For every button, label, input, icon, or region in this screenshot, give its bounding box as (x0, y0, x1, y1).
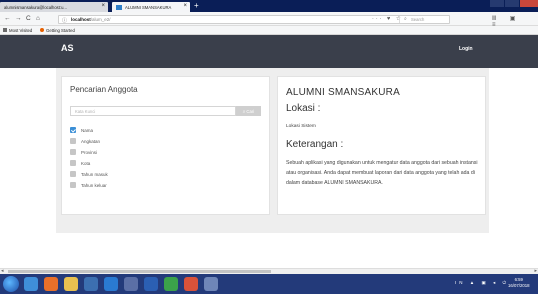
window-close-button[interactable] (520, 0, 538, 7)
option-angkatan[interactable]: Angkatan (70, 138, 100, 144)
bookmark-getting-started[interactable]: Getting Started (40, 28, 75, 33)
browser-nav-bar: ← → C ⌂ ⓘ localhost/alum_e2/ ··· ♥ ☆ ⌕ S… (0, 12, 538, 28)
folder-icon[interactable] (64, 277, 78, 291)
window-icon[interactable] (204, 277, 218, 291)
search-icon: ⌕ (404, 16, 407, 22)
location-value: Lokasi Sistem (286, 124, 316, 129)
media-player-icon[interactable] (104, 277, 118, 291)
word-icon[interactable] (144, 277, 158, 291)
firefox-icon (40, 28, 44, 32)
scrollbar-thumb[interactable] (8, 270, 271, 273)
minimize-button[interactable] (490, 0, 504, 7)
browser-search-input[interactable]: ⌕ Search (399, 15, 449, 23)
gear-icon (3, 28, 7, 32)
option-provinsi[interactable]: Provinsi (70, 149, 97, 155)
bookmark-most-visited[interactable]: Most Visited (3, 28, 32, 33)
home-icon[interactable]: ⌂ (36, 15, 40, 22)
checkbox[interactable] (70, 171, 76, 177)
search-panel: Pencarian Anggota Kata Kunci ⌕ Cari Nama… (61, 76, 270, 215)
window-controls (489, 0, 538, 7)
close-icon[interactable]: × (101, 3, 105, 9)
xampp-icon[interactable] (184, 277, 198, 291)
reload-icon[interactable]: C (26, 15, 31, 22)
checkbox-checked[interactable] (70, 127, 76, 133)
forward-icon[interactable]: → (15, 15, 22, 22)
paint-icon[interactable] (124, 277, 138, 291)
description-text: Sebuah aplikasi yang digunakan untuk men… (286, 160, 478, 186)
tab-title: alumnismansakura@localhost:u... (4, 4, 67, 10)
option-kota[interactable]: Kota (70, 160, 90, 166)
new-tab-button[interactable]: + (194, 1, 199, 10)
start-button[interactable] (3, 276, 19, 292)
url-bar[interactable]: ⓘ localhost/alum_e2/ ··· ♥ ☆ ⌕ Search (58, 14, 450, 24)
keyword-input[interactable]: Kata Kunci (70, 106, 236, 116)
url-text[interactable]: localhost/alum_e2/ (71, 17, 111, 22)
app-icon[interactable] (84, 277, 98, 291)
option-tahun-keluar[interactable]: Tahun keluar (70, 182, 107, 188)
firefox-icon[interactable] (44, 277, 58, 291)
tab-title: ALUMNI SMANSAKURA (125, 4, 172, 10)
search-panel-title: Pencarian Anggota (70, 85, 138, 94)
system-tray[interactable]: IN ▲ ▣ ◂ ⏻ (455, 280, 509, 286)
option-tahun-masuk[interactable]: Tahun masuk (70, 171, 108, 177)
favicon-icon (116, 4, 122, 10)
checkbox[interactable] (70, 160, 76, 166)
site-brand[interactable]: AS (61, 43, 74, 53)
description-heading: Keterangan : (286, 139, 344, 150)
checkbox[interactable] (70, 138, 76, 144)
browser-tab-phpmyadmin[interactable]: alumnismansakura@localhost:u... × (0, 2, 108, 12)
info-icon[interactable]: ⓘ (62, 17, 67, 24)
info-panel: ALUMNI SMANSAKURA Lokasi : Lokasi Sistem… (277, 76, 486, 215)
search-button-label: Cari (246, 108, 255, 114)
search-placeholder: Search (411, 16, 425, 22)
option-nama[interactable]: Nama (70, 127, 93, 133)
location-heading: Lokasi : (286, 103, 321, 114)
browser-tab-alumni[interactable]: ALUMNI SMANSAKURA × (112, 2, 190, 12)
keyword-placeholder: Kata Kunci (75, 109, 96, 114)
login-link[interactable]: Login (459, 46, 473, 52)
back-icon[interactable]: ← (4, 15, 11, 22)
bookmarks-bar: Most Visited Getting Started (0, 26, 538, 35)
clock[interactable]: 6:59 16/07/2018 (508, 277, 530, 289)
ie-icon[interactable] (24, 277, 38, 291)
info-title: ALUMNI SMANSAKURA (286, 87, 400, 98)
os-taskbar: IN ▲ ▣ ◂ ⏻ 6:59 16/07/2018 (0, 274, 538, 294)
search-button[interactable]: ⌕ Cari (236, 106, 261, 116)
checkbox[interactable] (70, 149, 76, 155)
browser-tab-bar: alumnismansakura@localhost:u... × ALUMNI… (0, 0, 538, 12)
maximize-button[interactable] (505, 0, 519, 7)
chrome-icon[interactable] (164, 277, 178, 291)
site-header: AS Login (0, 35, 538, 68)
checkbox[interactable] (70, 182, 76, 188)
close-icon[interactable]: × (183, 3, 187, 9)
